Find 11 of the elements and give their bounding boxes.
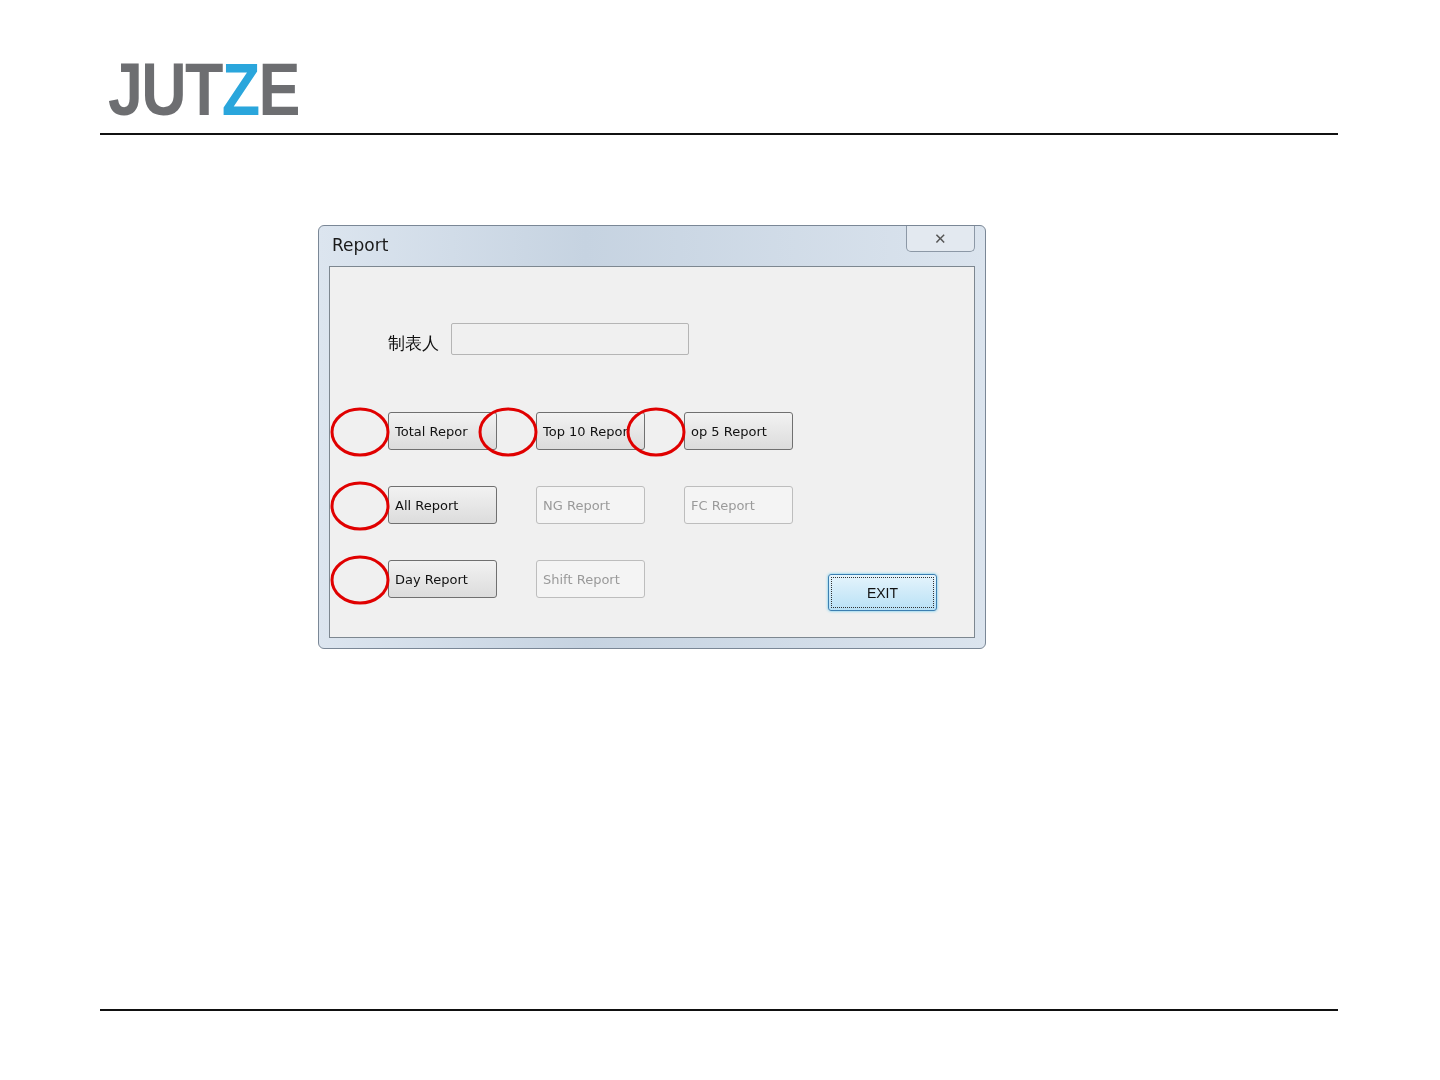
close-button[interactable]: ✕ (906, 226, 975, 252)
logo: JUTZE (108, 52, 299, 128)
report-button[interactable]: All Report (388, 486, 497, 524)
input-field[interactable] (451, 323, 689, 355)
exit-button[interactable]: EXIT (828, 574, 937, 611)
report-button[interactable]: Top 10 Repor (536, 412, 645, 450)
report-button[interactable]: Day Report (388, 560, 497, 598)
window-title: Report (332, 235, 389, 255)
report-button[interactable]: op 5 Report (684, 412, 793, 450)
field-label: 制表人 (388, 331, 439, 355)
report-button[interactable]: Total Repor (388, 412, 497, 450)
